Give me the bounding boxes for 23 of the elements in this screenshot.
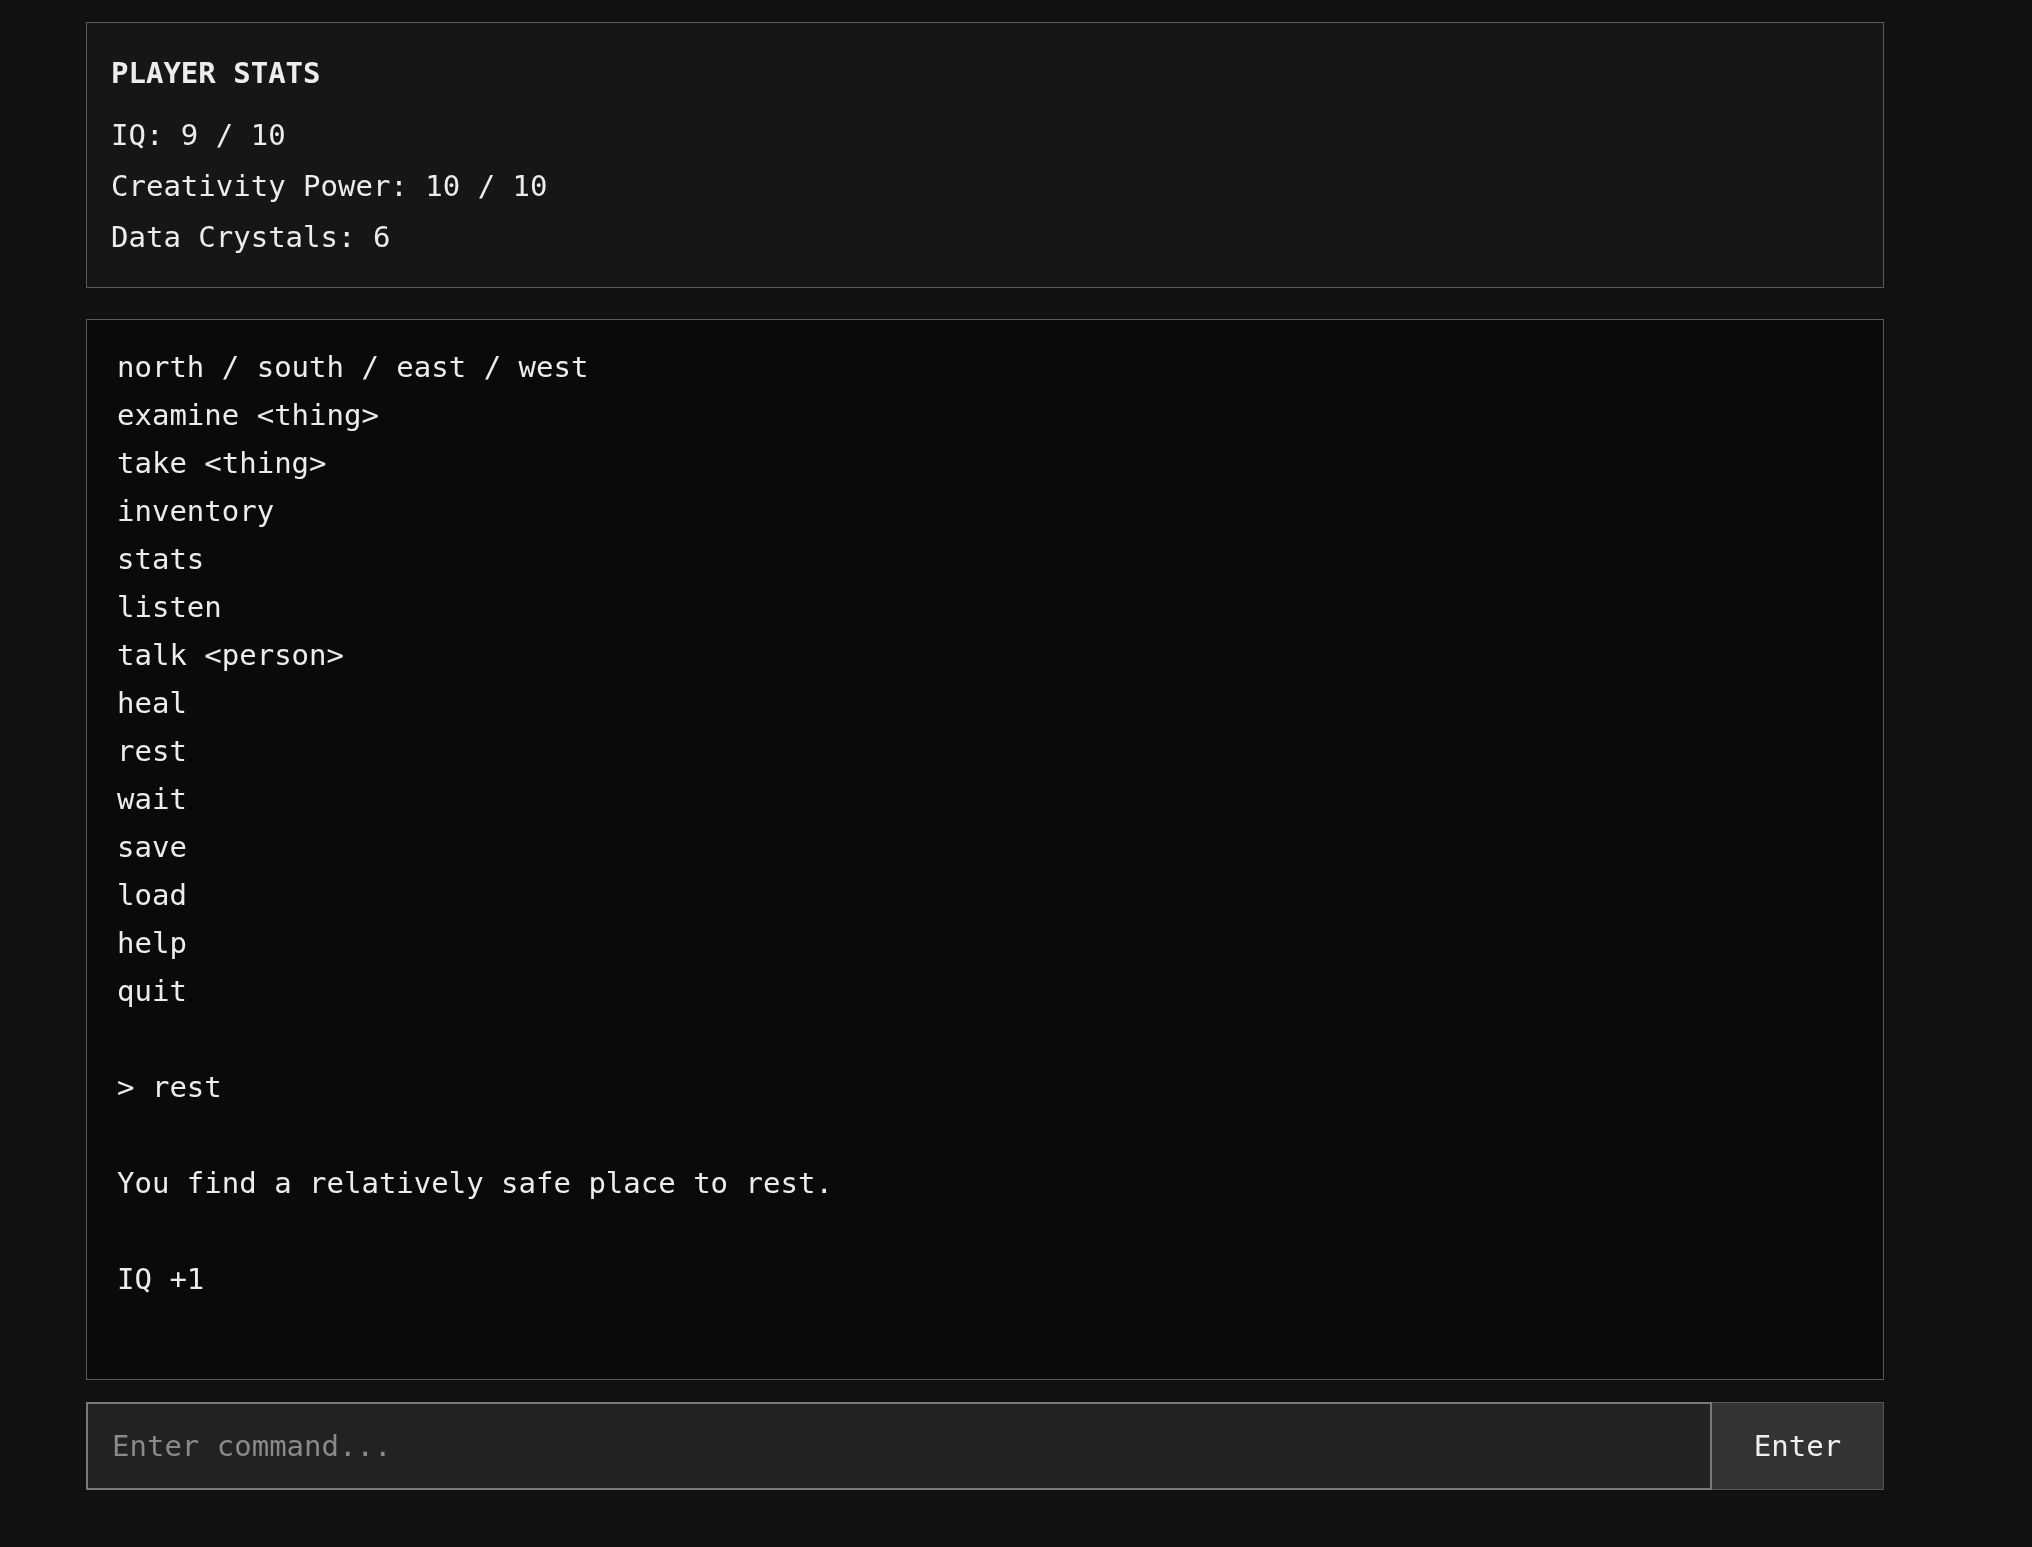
stat-line: Creativity Power: 10 / 10 xyxy=(111,168,549,205)
output-line: > rest xyxy=(117,1069,222,1106)
stat-line: Data Crystals: 6 xyxy=(111,219,392,256)
stat-line: IQ: 9 / 10 xyxy=(111,117,287,154)
output-line: load xyxy=(117,877,187,914)
output-line: rest xyxy=(117,733,187,770)
enter-button[interactable]: Enter xyxy=(1712,1402,1884,1490)
output-line: help xyxy=(117,925,187,962)
output-line: stats xyxy=(117,541,205,578)
output-line: quit xyxy=(117,973,187,1010)
output-line: north / south / east / west xyxy=(117,349,589,386)
output-line: take <thing> xyxy=(117,445,327,482)
output-line: You find a relatively safe place to rest. xyxy=(117,1165,833,1202)
output-line: IQ +1 xyxy=(117,1261,205,1298)
output-line: examine <thing> xyxy=(117,397,379,434)
command-input[interactable]: Enter command... xyxy=(86,1402,1712,1490)
output-line: wait xyxy=(117,781,187,818)
output-line: talk <person> xyxy=(117,637,344,674)
panel-title: PLAYER STATS xyxy=(111,55,322,92)
output-line: listen xyxy=(117,589,222,626)
output-line: inventory xyxy=(117,493,275,530)
output-line: save xyxy=(117,829,187,866)
output-line: heal xyxy=(117,685,187,722)
